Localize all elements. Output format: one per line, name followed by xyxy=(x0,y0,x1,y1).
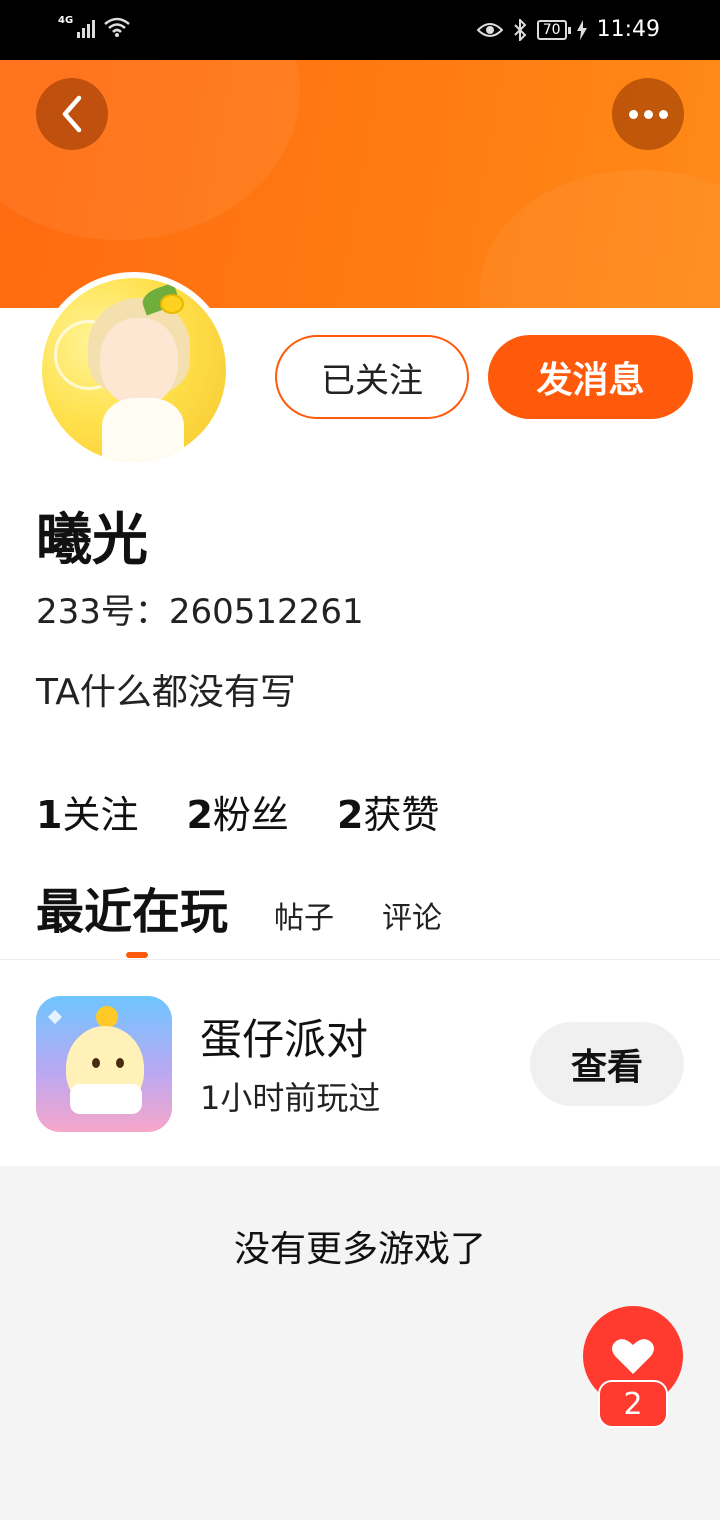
chevron-left-icon xyxy=(62,95,82,133)
no-more-games-text: 没有更多游戏了 xyxy=(233,1229,486,1270)
stat-count: 2 xyxy=(186,793,213,837)
signal-icon xyxy=(77,18,96,38)
game-icon xyxy=(36,996,172,1132)
user-id: 233号：260512261 xyxy=(36,592,364,632)
battery-level: 70 xyxy=(542,21,561,38)
battery-icon: 70 xyxy=(536,19,571,40)
send-message-button[interactable]: 发消息 xyxy=(488,335,693,419)
stat-label: 获赞 xyxy=(363,793,440,837)
user-stats: 1关注 2粉丝 2获赞 xyxy=(36,790,439,840)
view-game-button[interactable]: 查看 xyxy=(530,1022,684,1106)
network-type: 4G xyxy=(58,15,74,26)
stat-likes[interactable]: 2获赞 xyxy=(337,790,439,840)
tab-label: 最近在玩 xyxy=(36,884,229,940)
more-button[interactable] xyxy=(612,78,684,150)
more-dots-icon xyxy=(628,109,668,119)
followed-button[interactable]: 已关注 xyxy=(275,335,469,419)
tab-indicator xyxy=(126,952,148,958)
stat-label: 关注 xyxy=(62,793,139,837)
tab-recently-played[interactable]: 最近在玩 xyxy=(36,880,229,958)
heart-icon xyxy=(612,1339,654,1374)
charging-icon xyxy=(576,19,587,40)
game-name: 蛋仔派对 xyxy=(200,1015,369,1064)
avatar[interactable] xyxy=(36,272,232,468)
wifi-icon xyxy=(104,17,130,37)
user-name: 曦光 xyxy=(36,508,148,573)
profile-banner xyxy=(0,60,720,308)
tab-posts[interactable]: 帖子 xyxy=(274,893,334,937)
bluetooth-icon xyxy=(514,18,527,41)
banner-decoration xyxy=(0,60,300,240)
stat-fans[interactable]: 2粉丝 xyxy=(186,790,288,840)
avatar-image xyxy=(42,278,226,462)
game-last-played: 1小时前玩过 xyxy=(200,1079,381,1117)
like-count-badge: 2 xyxy=(598,1380,668,1428)
status-left: 4G xyxy=(58,16,131,38)
stat-count: 2 xyxy=(336,793,364,837)
status-right: 70 11:49 xyxy=(476,17,660,42)
profile-tabs: 最近在玩 帖子 评论 xyxy=(36,880,490,958)
stat-following[interactable]: 1关注 xyxy=(36,790,138,840)
status-bar: 4G 70 11:49 xyxy=(0,0,720,60)
eye-icon xyxy=(476,22,503,37)
tab-comments[interactable]: 评论 xyxy=(382,893,442,937)
banner-decoration xyxy=(480,170,720,308)
back-button[interactable] xyxy=(36,78,108,150)
clock: 11:49 xyxy=(596,17,660,42)
user-bio: TA什么都没有写 xyxy=(36,672,296,713)
stat-count: 1 xyxy=(36,793,63,837)
stat-label: 粉丝 xyxy=(212,793,289,837)
